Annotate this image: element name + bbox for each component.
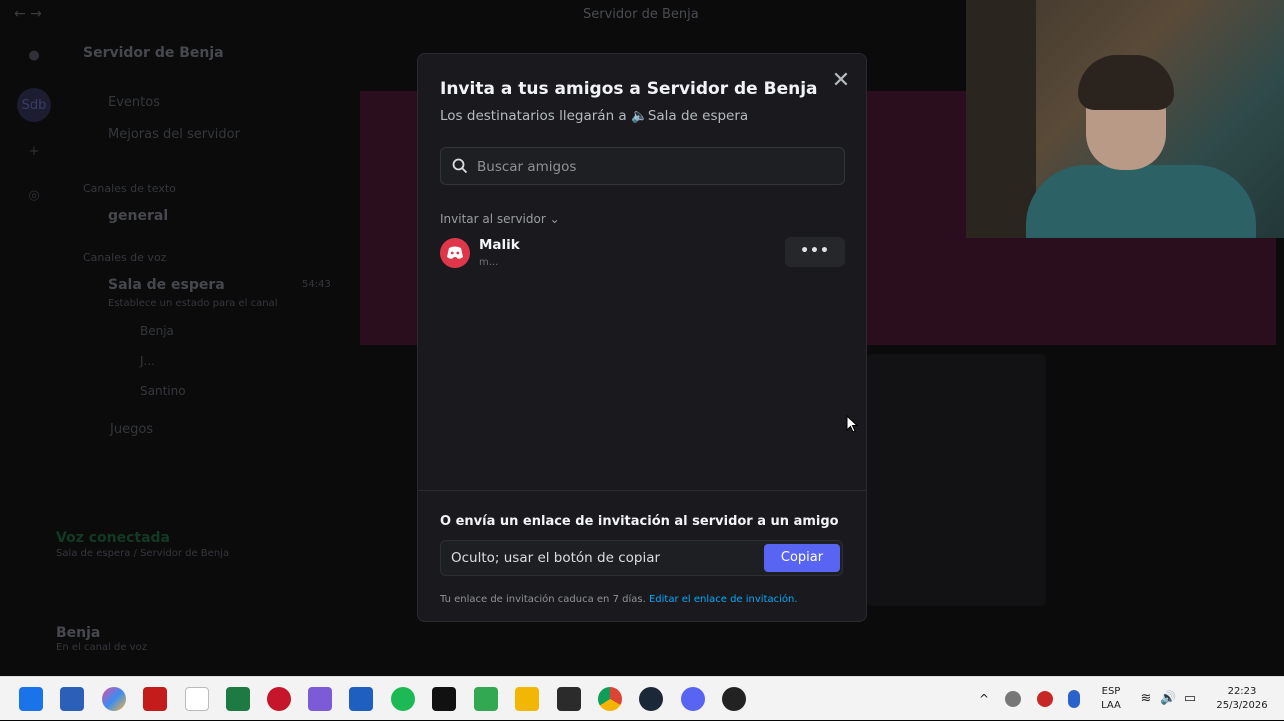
channel-sidebar: Servidor de Benja Eventos Mejoras del se… <box>56 30 350 676</box>
notepad-icon[interactable] <box>185 687 209 711</box>
friend-name: Malik <box>479 237 520 253</box>
volume-icon[interactable]: 🔊 <box>1160 677 1176 721</box>
voice-timer: 54:43 <box>302 279 331 290</box>
server-rail: ● Sdb + ◎ <box>0 30 70 676</box>
webcam-overlay <box>966 0 1284 238</box>
modal-subtitle: Los destinatarios llegarán a 🔈Sala de es… <box>440 108 749 124</box>
invite-modal: Invita a tus amigos a Servidor de Benja … <box>417 53 867 622</box>
close-icon[interactable]: ✕ <box>830 70 852 92</box>
events-item[interactable]: Eventos <box>108 95 160 110</box>
window-title: Servidor de Benja <box>583 7 699 22</box>
discord-icon[interactable] <box>681 687 705 711</box>
voice-category[interactable]: Canales de voz <box>83 251 166 264</box>
speaker-icon: 🔈 <box>631 108 648 124</box>
member-3[interactable]: Santino <box>140 384 186 398</box>
excel-icon[interactable] <box>226 687 250 711</box>
server-name[interactable]: Servidor de Benja <box>83 45 224 61</box>
tray-chevron-icon[interactable]: ^ <box>977 677 991 721</box>
channel-general[interactable]: general <box>108 208 168 224</box>
terminal-icon[interactable] <box>432 687 456 711</box>
chrome-icon[interactable] <box>598 687 622 711</box>
start-icon[interactable] <box>19 687 43 711</box>
stream-tile <box>866 354 1046 606</box>
chevron-down-icon: ⌄ <box>549 212 560 226</box>
add-server-icon[interactable]: + <box>17 134 51 168</box>
taskbar: ^ ESP LAA ≋ 🔊 ▭ 22:23 25/3/2026 <box>0 676 1284 720</box>
back-icon[interactable]: ← → <box>14 6 42 22</box>
copilot-icon[interactable] <box>102 687 126 711</box>
server-icon[interactable]: Sdb <box>17 88 51 122</box>
expire-note: Tu enlace de invitación caduca en 7 días… <box>440 594 798 605</box>
user-status: En el canal de voz <box>56 642 147 653</box>
explore-icon[interactable]: ◎ <box>17 178 51 212</box>
discord-logo-icon <box>447 246 463 259</box>
store-icon[interactable] <box>60 687 84 711</box>
app-bird-icon[interactable] <box>308 687 332 711</box>
acrobat-icon[interactable] <box>143 687 167 711</box>
epic-icon[interactable] <box>557 687 581 711</box>
voice-connected-sub[interactable]: Sala de espera / Servidor de Benja <box>56 548 229 559</box>
search-input[interactable] <box>477 156 827 178</box>
member-2[interactable]: J... <box>140 354 155 368</box>
invite-link-field[interactable]: Oculto; usar el botón de copiar Copiar <box>440 540 843 576</box>
search-icon <box>452 158 468 174</box>
boosts-item[interactable]: Mejoras del servidor <box>108 127 240 142</box>
link-section-title: O envía un enlace de invitación al servi… <box>440 514 839 529</box>
search-friends[interactable] <box>440 147 845 185</box>
mouse-cursor-icon <box>846 415 858 433</box>
divider <box>418 490 866 491</box>
user-name[interactable]: Benja <box>56 625 100 641</box>
avatar <box>440 238 470 268</box>
channel-juegos[interactable]: Juegos <box>110 422 153 437</box>
friend-row[interactable]: Malik m... ••• <box>440 236 845 272</box>
explorer-icon[interactable] <box>515 687 539 711</box>
edit-invite-link[interactable]: Editar el enlace de invitación. <box>649 594 798 605</box>
update-icon[interactable] <box>1005 691 1021 707</box>
invite-link-value: Oculto; usar el botón de copiar <box>451 550 661 566</box>
word-icon[interactable] <box>349 687 373 711</box>
voice-connected: Voz conectada <box>56 530 170 546</box>
more-options-button[interactable]: ••• <box>785 237 845 267</box>
member-1[interactable]: Benja <box>140 324 174 338</box>
battery-icon[interactable]: ▭ <box>1182 677 1198 721</box>
wifi-icon[interactable]: ≋ <box>1138 677 1154 721</box>
discord-home-icon[interactable]: ● <box>17 38 51 72</box>
clock[interactable]: 22:23 25/3/2026 <box>1210 677 1274 721</box>
friend-username: m... <box>479 257 499 268</box>
copy-button[interactable]: Copiar <box>764 544 840 572</box>
steam-icon[interactable] <box>639 687 663 711</box>
spotify-icon[interactable] <box>391 687 415 711</box>
input-language[interactable]: ESP LAA <box>1096 677 1126 721</box>
app-green-icon[interactable] <box>474 687 498 711</box>
text-category[interactable]: Canales de texto <box>83 182 176 195</box>
modal-title: Invita a tus amigos a Servidor de Benja <box>440 79 818 99</box>
obs-icon[interactable] <box>722 687 746 711</box>
invite-section-label[interactable]: Invitar al servidor ⌄ <box>440 212 560 226</box>
microphone-icon[interactable] <box>1068 690 1080 708</box>
antivirus-icon[interactable] <box>1037 691 1053 707</box>
channel-voice[interactable]: Sala de espera <box>108 277 225 293</box>
voice-status[interactable]: Establece un estado para el canal <box>108 298 277 309</box>
app-red-icon[interactable] <box>267 687 291 711</box>
discord-window: ← → Servidor de Benja ● Sdb + ◎ Servidor… <box>0 0 1284 676</box>
